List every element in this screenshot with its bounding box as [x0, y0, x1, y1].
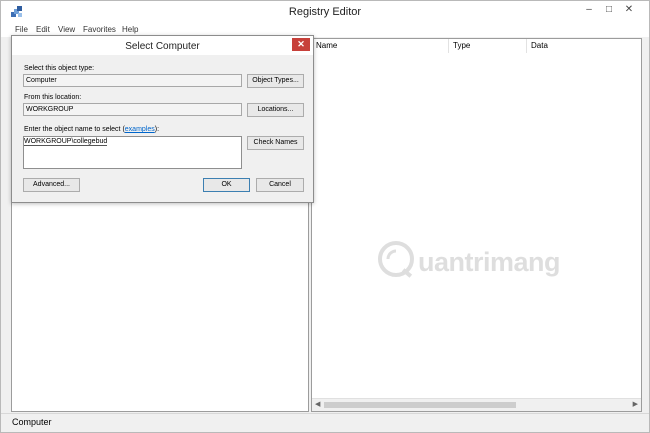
object-types-button[interactable]: Object Types...	[247, 74, 304, 88]
menu-favorites[interactable]: Favorites	[83, 25, 116, 34]
scrollbar-thumb[interactable]	[324, 402, 516, 408]
menu-file[interactable]: File	[15, 25, 28, 34]
lightbulb-logo-icon	[378, 241, 414, 278]
watermark: uantrimang	[376, 239, 596, 289]
dialog-title-bar: Select Computer ✕	[12, 36, 313, 55]
horizontal-scrollbar[interactable]: ◀ ▶	[312, 398, 641, 411]
column-header-data[interactable]: Data	[527, 39, 641, 53]
object-name-label-prefix: Enter the object name to select (	[24, 126, 125, 133]
scroll-right-arrow-icon[interactable]: ▶	[633, 399, 638, 411]
location-label: From this location:	[24, 94, 82, 101]
registry-editor-window: Registry Editor – □ ✕ File Edit View Fav…	[0, 0, 650, 433]
advanced-button[interactable]: Advanced...	[23, 178, 80, 192]
close-button[interactable]: ✕	[621, 3, 637, 17]
scroll-left-arrow-icon[interactable]: ◀	[315, 399, 320, 411]
object-name-label-suffix: ):	[154, 126, 160, 133]
examples-link[interactable]: examples	[125, 126, 155, 133]
status-path: Computer	[12, 417, 52, 427]
dialog-close-button[interactable]: ✕	[292, 38, 310, 51]
menu-help[interactable]: Help	[122, 25, 138, 34]
minimize-button[interactable]: –	[581, 3, 597, 17]
watermark-text: uantrimang	[418, 247, 561, 277]
object-type-label: Select this object type:	[24, 65, 95, 72]
status-bar: Computer	[1, 413, 649, 432]
menu-edit[interactable]: Edit	[36, 25, 50, 34]
locations-button[interactable]: Locations...	[247, 103, 304, 117]
values-list-pane[interactable]: Name Type Data ◀ ▶	[311, 38, 642, 412]
ok-button[interactable]: OK	[203, 178, 250, 192]
title-bar: Registry Editor – □ ✕	[1, 1, 649, 23]
object-name-input[interactable]: WORKGROUP\collegebud	[23, 136, 242, 169]
object-name-value: WORKGROUP\collegebud	[24, 138, 108, 146]
cancel-button[interactable]: Cancel	[256, 178, 304, 192]
window-title: Registry Editor	[288, 6, 362, 18]
object-name-label: Enter the object name to select (example…	[24, 126, 159, 133]
dialog-title: Select Computer	[125, 41, 200, 52]
select-computer-dialog: Select Computer ✕ Select this object typ…	[11, 35, 314, 203]
check-names-button[interactable]: Check Names	[247, 136, 304, 150]
column-header-type[interactable]: Type	[449, 39, 527, 53]
location-field: WORKGROUP	[23, 103, 242, 116]
menu-view[interactable]: View	[58, 25, 75, 34]
column-header-name[interactable]: Name	[312, 39, 449, 53]
object-type-field: Computer	[23, 74, 242, 87]
maximize-button[interactable]: □	[601, 3, 617, 17]
